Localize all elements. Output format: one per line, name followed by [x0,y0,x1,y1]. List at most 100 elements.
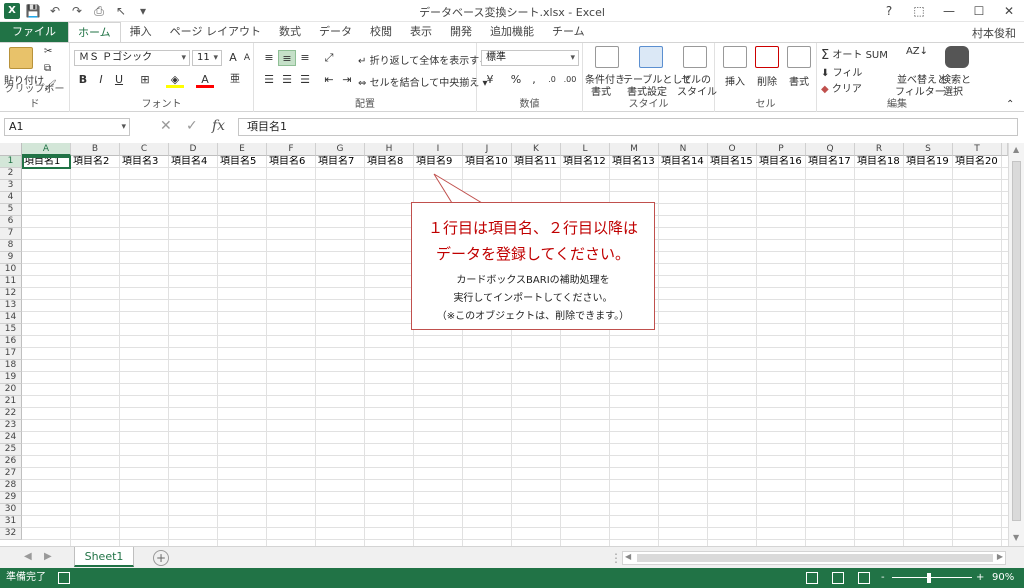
cell[interactable]: 項目名5 [218,156,267,168]
cell[interactable]: 項目名8 [365,156,414,168]
copy-icon[interactable]: ⧉ [44,63,51,74]
format-cells-button[interactable]: 書式 [789,73,809,88]
tab-view[interactable]: 表示 [401,22,441,42]
macro-record-icon[interactable] [58,572,70,584]
column-header[interactable]: T [953,143,1002,156]
row-header[interactable]: 14 [0,312,22,324]
insert-cells-button[interactable]: 挿入 [725,73,745,88]
cell-styles-icon[interactable] [683,46,707,68]
column-header[interactable]: M [610,143,659,156]
cell[interactable]: 項目名2 [71,156,120,168]
zoom-slider[interactable] [892,577,972,578]
row-header[interactable]: 19 [0,372,22,384]
tab-team[interactable]: チーム [543,22,594,42]
align-top-icon[interactable]: ≡ [260,50,278,66]
row-header[interactable]: 2 [0,168,22,180]
close-button[interactable]: ✕ [1000,2,1018,20]
row-header[interactable]: 9 [0,252,22,264]
row-header[interactable]: 18 [0,360,22,372]
align-left-icon[interactable]: ☰ [260,72,278,88]
tab-insert[interactable]: 挿入 [121,22,161,42]
row-header[interactable]: 12 [0,288,22,300]
cut-icon[interactable]: ✂ [44,46,52,57]
customize-qat-icon[interactable]: ▾ [134,2,152,20]
insert-cells-icon[interactable] [723,46,747,68]
row-header[interactable]: 32 [0,528,22,540]
decrease-decimal-icon[interactable]: .00 [561,72,579,88]
orientation-icon[interactable]: ⤢ [320,50,338,66]
row-header[interactable]: 26 [0,456,22,468]
column-header[interactable]: O [708,143,757,156]
maximize-button[interactable]: ☐ [970,2,988,20]
column-header[interactable]: K [512,143,561,156]
align-middle-icon[interactable]: ≡ [278,50,296,66]
row-header[interactable]: 15 [0,324,22,336]
page-break-view-icon[interactable] [858,572,870,584]
vertical-scroll-thumb[interactable] [1012,161,1021,521]
row-header[interactable]: 28 [0,480,22,492]
column-header[interactable]: L [561,143,610,156]
normal-view-icon[interactable] [806,572,818,584]
cell[interactable]: 項目名20 [953,156,1002,168]
next-sheet-icon[interactable]: ▶ [44,551,52,562]
column-header[interactable]: H [365,143,414,156]
zoom-out-button[interactable]: - [881,568,885,588]
column-header[interactable]: D [169,143,218,156]
horizontal-scroll-thumb[interactable] [637,554,993,562]
cell[interactable]: 項目名17 [806,156,855,168]
column-header[interactable]: S [904,143,953,156]
select-all-corner[interactable] [0,143,22,156]
currency-icon[interactable]: ¥ [481,72,499,88]
clear-button[interactable]: ◆ クリア [821,80,862,96]
cell[interactable]: 項目名19 [904,156,953,168]
wrap-text-button[interactable]: ↵ 折り返して全体を表示する [358,52,489,68]
percent-button[interactable]: % [507,72,525,88]
italic-button[interactable]: I [92,72,110,88]
cell[interactable]: 項目名9 [414,156,463,168]
cell[interactable]: 項目名15 [708,156,757,168]
format-as-table-icon[interactable] [639,46,663,68]
zoom-in-button[interactable]: + [976,568,984,588]
active-cell-selection[interactable] [22,156,71,169]
increase-decimal-icon[interactable]: .0 [543,72,561,88]
user-name[interactable]: 村本俊和 [972,25,1016,41]
align-center-icon[interactable]: ☰ [278,72,296,88]
tab-home[interactable]: ホーム [68,22,121,42]
delete-cells-icon[interactable] [755,46,779,68]
scroll-right-icon[interactable]: ▶ [997,552,1003,561]
cell[interactable]: 項目名16 [757,156,806,168]
row-header[interactable]: 24 [0,432,22,444]
collapse-ribbon-icon[interactable]: ⌃ [1006,99,1014,110]
undo-icon[interactable]: ↶ [46,2,64,20]
column-header[interactable]: Q [806,143,855,156]
tab-review[interactable]: 校閲 [361,22,401,42]
column-header[interactable]: P [757,143,806,156]
font-color-button[interactable]: A [196,72,214,88]
column-header[interactable]: B [71,143,120,156]
number-format-select[interactable]: 標準 [481,50,579,66]
page-layout-view-icon[interactable] [832,572,844,584]
row-header[interactable]: 6 [0,216,22,228]
formula-input[interactable]: 項目名1 [238,118,1018,136]
tab-developer[interactable]: 開発 [441,22,481,42]
autosum-button[interactable]: Σ オート SUM [821,46,888,63]
cancel-icon[interactable]: ✕ [160,118,172,134]
row-header[interactable]: 31 [0,516,22,528]
bold-button[interactable]: B [74,72,92,88]
tab-formulas[interactable]: 数式 [270,22,310,42]
column-header[interactable]: G [316,143,365,156]
scroll-up-icon[interactable]: ▲ [1013,145,1019,154]
tab-page-layout[interactable]: ページ レイアウト [161,22,270,42]
column-header[interactable]: N [659,143,708,156]
row-header[interactable]: 1 [0,156,22,168]
scroll-left-icon[interactable]: ◀ [625,552,631,561]
cell[interactable]: 項目名11 [512,156,561,168]
font-size-select[interactable]: 11 [192,50,222,66]
row-header[interactable]: 8 [0,240,22,252]
help-button[interactable]: ? [880,2,898,20]
delete-cells-button[interactable]: 削除 [757,73,777,88]
cell[interactable]: 項目名10 [463,156,512,168]
comma-button[interactable]: , [525,72,543,88]
row-header[interactable]: 29 [0,492,22,504]
row-header[interactable]: 10 [0,264,22,276]
